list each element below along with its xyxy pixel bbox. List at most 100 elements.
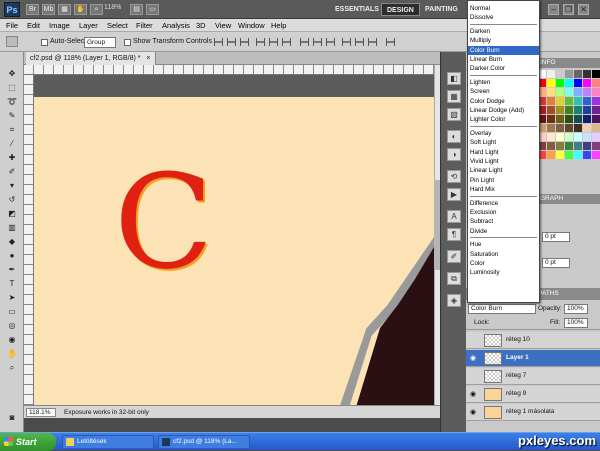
brush-tool-icon[interactable]: ✐ bbox=[5, 166, 19, 177]
blend-mode-option[interactable]: Normal bbox=[468, 4, 539, 13]
swatches-panel-icon[interactable]: ▦ bbox=[447, 90, 461, 103]
3d-rotate-tool-icon[interactable]: ◎ bbox=[5, 320, 19, 331]
paragraph-panel-tab[interactable]: GRAPH bbox=[536, 194, 600, 204]
auto-select-target-select[interactable]: Group bbox=[84, 37, 116, 48]
color-swatch[interactable] bbox=[583, 70, 591, 78]
blend-mode-option[interactable]: Multiply bbox=[468, 36, 539, 45]
taskbar-item-photoshop[interactable]: cf2.psd @ 118% (La... bbox=[158, 435, 250, 449]
color-swatch[interactable] bbox=[565, 124, 573, 132]
clone-stamp-tool-icon[interactable]: ▾ bbox=[5, 180, 19, 191]
color-swatch[interactable] bbox=[547, 79, 555, 87]
distribute-top-icon[interactable] bbox=[300, 38, 309, 46]
pen-tool-icon[interactable]: ✒ bbox=[5, 264, 19, 275]
color-swatch[interactable] bbox=[592, 106, 600, 114]
color-swatch[interactable] bbox=[583, 133, 591, 141]
layer-row[interactable]: réteg 10 bbox=[466, 332, 600, 349]
guides-icon[interactable]: ▦ bbox=[58, 4, 71, 15]
menu-view[interactable]: View bbox=[212, 19, 234, 32]
color-swatch[interactable] bbox=[556, 151, 564, 159]
blend-mode-option[interactable]: Luminosity bbox=[468, 268, 539, 277]
color-swatch[interactable] bbox=[592, 70, 600, 78]
type-tool-icon[interactable]: T bbox=[5, 278, 19, 289]
color-swatch[interactable] bbox=[583, 151, 591, 159]
lasso-tool-icon[interactable]: ➰ bbox=[5, 96, 19, 107]
color-panel-icon[interactable]: ◧ bbox=[447, 72, 461, 85]
color-swatch[interactable] bbox=[583, 142, 591, 150]
blend-mode-option[interactable]: Hard Mix bbox=[468, 185, 539, 194]
layer-visibility-eye-icon[interactable]: ◉ bbox=[470, 391, 476, 398]
color-swatch[interactable] bbox=[565, 97, 573, 105]
layer-row[interactable]: réteg 7 bbox=[466, 368, 600, 385]
workspace-design-button[interactable]: DESIGN bbox=[381, 3, 420, 16]
color-swatch[interactable] bbox=[574, 88, 582, 96]
path-selection-tool-icon[interactable]: ➤ bbox=[5, 292, 19, 303]
history-brush-tool-icon[interactable]: ↺ bbox=[5, 194, 19, 205]
menu-layer[interactable]: Layer bbox=[76, 19, 101, 32]
blend-mode-option[interactable]: Linear Light bbox=[468, 166, 539, 175]
distribute-right-icon[interactable] bbox=[368, 38, 377, 46]
blend-mode-option[interactable]: Dissolve bbox=[468, 13, 539, 22]
shape-tool-icon[interactable]: ▭ bbox=[5, 306, 19, 317]
menu-3d[interactable]: 3D bbox=[193, 19, 209, 32]
show-transform-checkbox[interactable] bbox=[124, 39, 131, 46]
menu-filter[interactable]: Filter bbox=[133, 19, 156, 32]
distribute-hcenter-icon[interactable] bbox=[355, 38, 364, 46]
color-swatch[interactable] bbox=[574, 79, 582, 87]
color-swatch[interactable] bbox=[592, 97, 600, 105]
blend-mode-option[interactable]: Hard Light bbox=[468, 148, 539, 157]
menu-help[interactable]: Help bbox=[268, 19, 289, 32]
styles-panel-icon[interactable]: ▧ bbox=[447, 108, 461, 121]
paragraph-panel-icon[interactable]: ¶ bbox=[447, 228, 461, 241]
color-swatch[interactable] bbox=[556, 79, 564, 87]
color-swatch[interactable] bbox=[556, 142, 564, 150]
color-swatch[interactable] bbox=[547, 106, 555, 114]
blend-mode-option[interactable]: Soft Light bbox=[468, 138, 539, 147]
horizontal-ruler[interactable] bbox=[24, 65, 434, 75]
color-swatch[interactable] bbox=[556, 124, 564, 132]
align-vcenter-icon[interactable] bbox=[227, 38, 236, 46]
auto-align-icon[interactable] bbox=[386, 38, 395, 46]
info-panel-tab[interactable]: INFO bbox=[536, 58, 600, 68]
blend-mode-option[interactable]: Overlay bbox=[468, 129, 539, 138]
clone-source-panel-icon[interactable]: ⧉ bbox=[447, 272, 461, 285]
color-swatch[interactable] bbox=[547, 133, 555, 141]
color-swatch[interactable] bbox=[565, 151, 573, 159]
blend-mode-option[interactable]: Difference bbox=[468, 199, 539, 208]
restore-button[interactable]: ❐ bbox=[563, 4, 574, 15]
align-right-icon[interactable] bbox=[282, 38, 291, 46]
hand-icon[interactable]: ✋ bbox=[74, 4, 87, 15]
quick-mask-icon[interactable]: ◙ bbox=[5, 412, 19, 423]
distribute-vcenter-icon[interactable] bbox=[313, 38, 322, 46]
swatches-grid[interactable] bbox=[538, 70, 600, 165]
menu-analysis[interactable]: Analysis bbox=[159, 19, 193, 32]
blend-mode-option[interactable]: Divide bbox=[468, 227, 539, 236]
hand-tool-icon[interactable]: ✋ bbox=[5, 348, 19, 359]
actions-panel-icon[interactable]: ▶ bbox=[447, 188, 461, 201]
quick-select-tool-icon[interactable]: ✎ bbox=[5, 110, 19, 121]
distribute-left-icon[interactable] bbox=[342, 38, 351, 46]
mini-bridge-icon[interactable]: Mb bbox=[42, 4, 55, 15]
adjustments-panel-icon[interactable]: ◐ bbox=[447, 130, 461, 143]
blend-mode-option[interactable]: Hue bbox=[468, 240, 539, 249]
blend-mode-option[interactable]: Lighten bbox=[468, 78, 539, 87]
color-swatch[interactable] bbox=[547, 97, 555, 105]
color-swatch[interactable] bbox=[592, 151, 600, 159]
menu-select[interactable]: Select bbox=[104, 19, 131, 32]
canvas-area[interactable]: C bbox=[34, 75, 434, 405]
blur-tool-icon[interactable]: ◆ bbox=[5, 236, 19, 247]
color-swatch[interactable] bbox=[556, 115, 564, 123]
blend-mode-option[interactable]: Lighter Color bbox=[468, 115, 539, 124]
blend-mode-option[interactable]: Screen bbox=[468, 87, 539, 96]
color-swatch[interactable] bbox=[583, 106, 591, 114]
blend-mode-option[interactable]: Darker Color bbox=[468, 64, 539, 73]
blend-mode-option[interactable]: Color bbox=[468, 259, 539, 268]
layer-visibility-eye-icon[interactable]: ◉ bbox=[470, 355, 476, 362]
color-swatch[interactable] bbox=[547, 115, 555, 123]
crop-tool-icon[interactable]: ⌗ bbox=[5, 124, 19, 135]
color-swatch[interactable] bbox=[592, 133, 600, 141]
color-swatch[interactable] bbox=[556, 88, 564, 96]
align-top-icon[interactable] bbox=[214, 38, 223, 46]
color-swatch[interactable] bbox=[583, 115, 591, 123]
color-swatch[interactable] bbox=[565, 79, 573, 87]
eraser-tool-icon[interactable]: ◩ bbox=[5, 208, 19, 219]
